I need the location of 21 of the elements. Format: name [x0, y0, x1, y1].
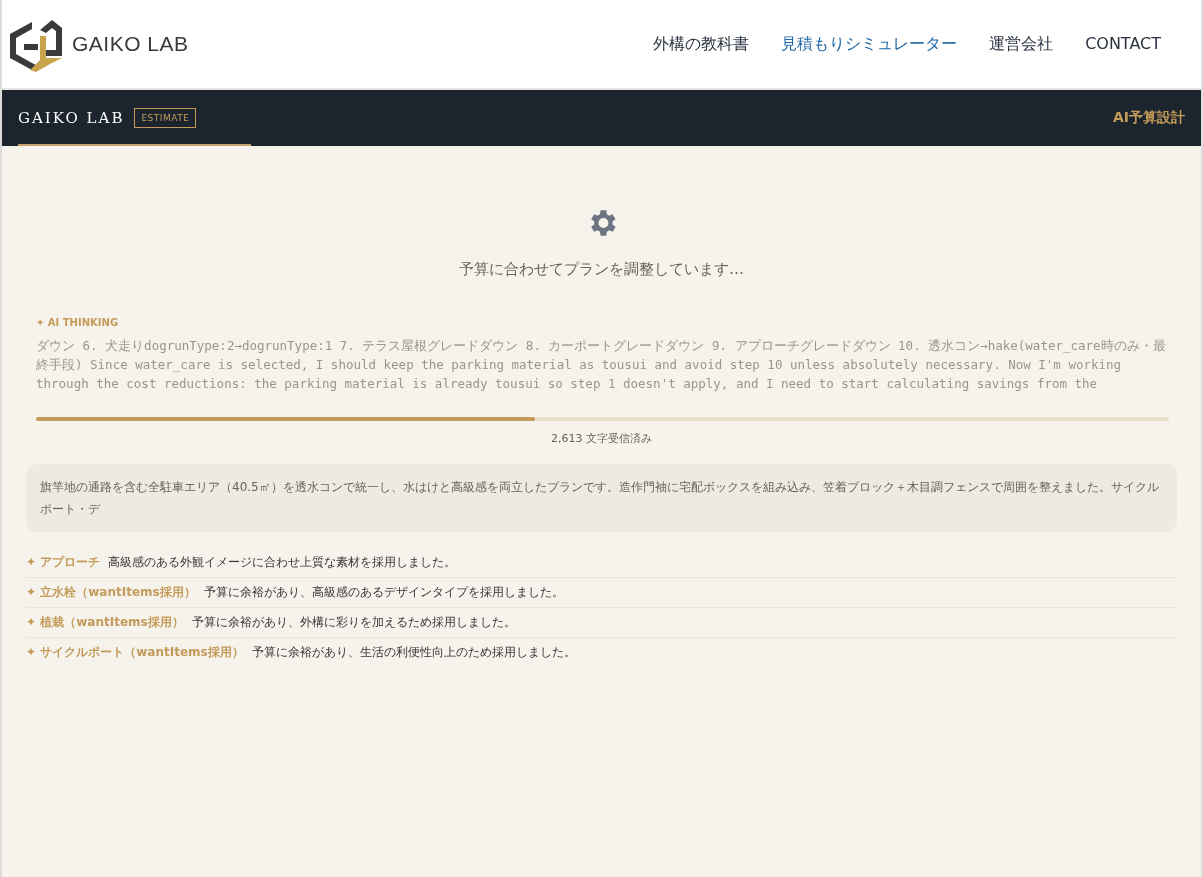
thinking-label: ✦ AI THINKING	[36, 317, 120, 328]
reason-title: ✦ アプローチ	[26, 554, 101, 571]
reason-title: ✦ 植栽（wantItems採用）	[26, 614, 184, 631]
estimate-badge: ESTIMATE	[134, 108, 197, 128]
reason-title: ✦ サイクルポート（wantItems採用）	[26, 644, 244, 661]
reason-title: ✦ 立水栓（wantItems採用）	[26, 584, 196, 601]
nav-link[interactable]: 外構の教科書	[653, 33, 750, 55]
logo-text: GAIKO LAB	[72, 32, 189, 56]
brand-name: GAIKO LAB	[18, 109, 125, 127]
plan-summary: 旗竿地の通路を含む全駐車エリア（40.5㎡）を透水コンで統一し、水はけと高級感を両立したプランです。造作門袖に宅配ボックスを組み込み、笠着ブロック＋木目調フェンスで周囲を整えました。サイクルポート・デ	[26, 464, 1177, 532]
nav-link[interactable]: CONTACT	[1085, 33, 1161, 55]
page-title: AI予算設計	[1112, 109, 1185, 127]
reason-text: 予算に余裕があり、高級感のあるデザインタイプを採用しました。	[203, 584, 564, 601]
nav-link[interactable]: 運営会社	[989, 33, 1054, 55]
reason-text: 予算に余裕があり、外構に彩りを加えるため採用しました。	[191, 614, 516, 631]
status-message: 予算に合わせてプランを調整しています…	[459, 260, 744, 279]
nav-link[interactable]: 見積もりシミュレーター	[781, 33, 958, 55]
reason-text: 高級感のある外観イメージに合わせ上質な素材を採用しました。	[108, 554, 457, 571]
reason-text: 予算に余裕があり、生活の利便性向上のため採用しました。	[251, 644, 576, 661]
progress-reading: 2,613 文字受信済み	[550, 431, 653, 446]
thinking-text: ダウン 6. 犬走りdogrunType:2→dogrunType:1 7. テラス屋根グレードダウン 8. カーポートグレードダウン 9. アプローチグレードダウン 10. 透水コン→hake(water_care時のみ・最終手段) Since water_care is selected, I should keep the parking material as tousui and avoid step 10 unless absolutely necessary. Now I'm working through the cost reductions: the parking material is already tousui so step 1 doesn't apply, and I need to start calculating savings from the	[36, 337, 1167, 393]
